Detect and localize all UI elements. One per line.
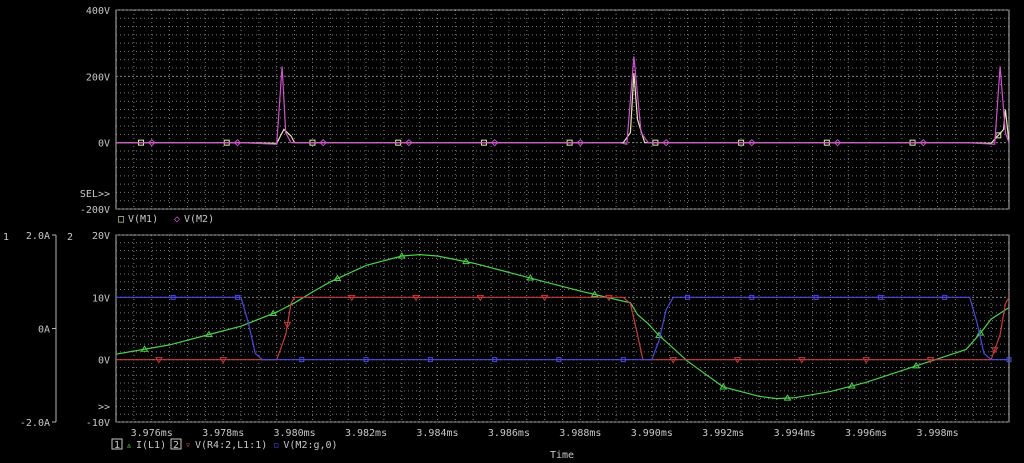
series-line-v-m2-g-0-: [116, 296, 1009, 361]
top-legend: □ V(M1) ◇ V(M2): [118, 214, 214, 225]
legend-label: I(L1): [136, 440, 166, 451]
axis1-tick-label: 0A: [38, 325, 50, 336]
x-tick-label: 3.982ms: [345, 428, 387, 439]
axis2-id: 2: [67, 232, 73, 243]
sel-marker: SEL>>: [80, 189, 110, 200]
bottom-plot-panel[interactable]: 20V 10V 0V -10V 2.0A 0A -2.0A 1 2 >> 3.976ms 3.978m…: [3, 231, 1012, 461]
x-tick-label: 3.978ms: [202, 428, 244, 439]
y-tick-label: 400V: [86, 6, 110, 17]
x-tick-label: 3.994ms: [774, 428, 816, 439]
legend-label: V(R4:2,L1:1): [195, 440, 267, 451]
x-tick-label: 3.980ms: [274, 428, 316, 439]
axis1-tick-label: -2.0A: [20, 418, 50, 429]
legend-symbol: □: [118, 214, 124, 225]
legend-symbol: ◇: [174, 214, 180, 225]
top-plot-panel[interactable]: 400V 200V 0V -200V SEL>> □ V(M1) ◇ V(M2): [80, 6, 1010, 225]
series-line-v-m2-: [116, 56, 1010, 146]
x-tick-label: 3.984ms: [416, 428, 458, 439]
x-tick-label: 3.998ms: [916, 428, 958, 439]
y-tick-label: -200V: [80, 205, 110, 216]
axis1-tick-label: 2.0A: [26, 231, 50, 242]
x-tick-label: 3.990ms: [631, 428, 673, 439]
series-line-v-m1-: [116, 72, 1010, 144]
x-tick-label: 3.988ms: [559, 428, 601, 439]
axis2-tick-label: 10V: [92, 293, 110, 304]
legend-label: V(M2): [184, 214, 214, 225]
legend-axis-id: 1: [114, 440, 120, 451]
legend-symbol: ▵: [126, 440, 132, 451]
bottom-legend: 1 ▵ I(L1) 2 ▿ V(R4:2,L1:1) ▫ V(M2:g,0): [111, 438, 338, 451]
x-tick-label: 3.996ms: [845, 428, 887, 439]
legend-symbol: ▿: [185, 440, 191, 451]
legend-label: V(M1): [128, 214, 158, 225]
legend-label: V(M2:g,0): [283, 440, 337, 451]
plot-frame: [115, 9, 1010, 210]
axis1-id: 1: [3, 232, 9, 243]
x-axis-title: Time: [550, 450, 574, 461]
y-tick-label: 200V: [86, 72, 110, 83]
y-tick-label: 0V: [98, 139, 110, 150]
x-tick-label: 3.986ms: [488, 428, 530, 439]
sel-marker: >>: [98, 402, 110, 413]
legend-axis-id: 2: [173, 440, 179, 451]
axis2-tick-label: 20V: [92, 231, 110, 242]
series-line-i-l1-: [115, 253, 1010, 400]
x-tick-label: 3.992ms: [702, 428, 744, 439]
x-tick-label: 3.976ms: [131, 428, 173, 439]
legend-symbol: ▫: [273, 440, 279, 451]
probe-plot-window: 400V200V0V-200VSEL>>□ V(M1) ◇ V(M2) 20V10V0…: [3, 6, 1012, 461]
axis2-tick-label: -10V: [86, 418, 110, 429]
axis2-tick-label: 0V: [98, 356, 110, 367]
